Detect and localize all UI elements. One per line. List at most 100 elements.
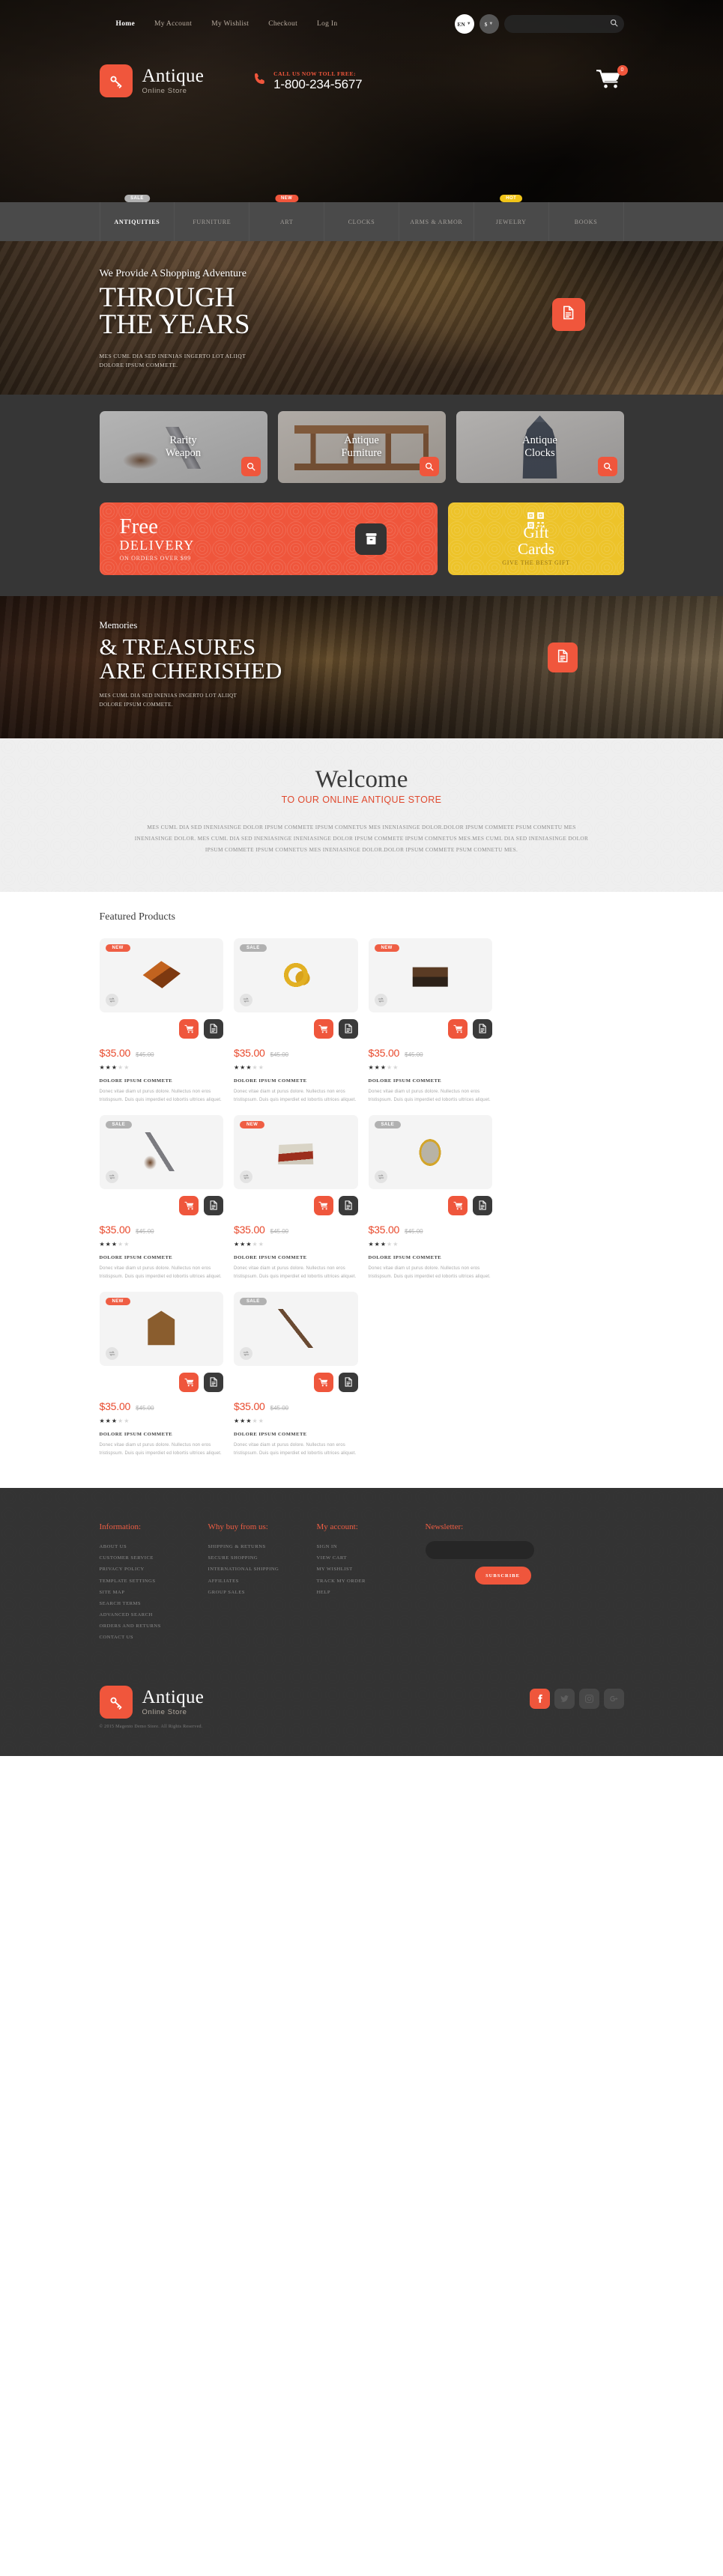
compare-icon[interactable]: [105, 993, 118, 1006]
product-rating[interactable]: ★★★★★: [234, 1064, 358, 1071]
category-card-antique-furniture[interactable]: Antique Furniture: [277, 411, 446, 483]
footer-link[interactable]: HELP: [317, 1587, 426, 1598]
footer-link[interactable]: TRACK MY ORDER: [317, 1576, 426, 1587]
footer-link[interactable]: MY WISHLIST: [317, 1564, 426, 1575]
product-thumbnail[interactable]: SALE: [234, 1291, 358, 1366]
footer-link[interactable]: PRIVACY POLICY: [100, 1564, 208, 1575]
footer-logo[interactable]: Antique Online Store: [99, 1685, 205, 1719]
nav-label[interactable]: ANTIQUITIES: [114, 219, 160, 225]
newsletter-field-wrap[interactable]: [425, 1541, 534, 1560]
top-nav-home[interactable]: Home: [116, 20, 135, 28]
product-card[interactable]: NEW $35.00 $45.00 ★★★★★ DOLORE IPSUM COMMETE…: [368, 938, 492, 1105]
product-rating[interactable]: ★★★★★: [234, 1418, 358, 1424]
product-thumbnail[interactable]: SALE: [99, 1114, 223, 1189]
nav-item-art[interactable]: NEW ART: [249, 195, 325, 241]
product-thumbnail[interactable]: NEW: [99, 1291, 223, 1366]
language-selector[interactable]: EN ▼: [454, 14, 474, 34]
search-icon[interactable]: [241, 457, 261, 476]
footer-link[interactable]: CONTACT US: [100, 1632, 208, 1643]
nav-item-arms-and-armor[interactable]: ARMS & ARMOR: [399, 202, 474, 241]
top-nav-my-wishlist[interactable]: My Wishlist: [211, 20, 249, 28]
top-nav-log-in[interactable]: Log In: [317, 20, 337, 28]
hero2-cta-button[interactable]: [547, 643, 578, 672]
product-details-button[interactable]: [473, 1195, 492, 1215]
product-details-button[interactable]: [338, 1195, 358, 1215]
product-card[interactable]: SALE $35.00 $45.00 ★★★★★ DOLORE IPSUM COMMET…: [234, 938, 358, 1105]
nav-label[interactable]: BOOKS: [575, 219, 598, 225]
google-plus-icon[interactable]: [603, 1688, 624, 1709]
product-card[interactable]: NEW $35.00 $45.00 ★★★★★ DOLORE IPSUM COMMETE…: [99, 1291, 224, 1458]
newsletter-email-input[interactable]: [425, 1541, 534, 1560]
product-name[interactable]: DOLORE IPSUM COMMETE: [234, 1432, 358, 1437]
nav-item-jewelry[interactable]: HOT JEWELRY: [474, 195, 549, 241]
add-to-cart-button[interactable]: [313, 1018, 333, 1039]
nav-label[interactable]: ART: [280, 219, 294, 225]
nav-label[interactable]: JEWELRY: [496, 219, 527, 225]
product-thumbnail[interactable]: NEW: [368, 938, 492, 1012]
compare-icon[interactable]: [105, 1346, 118, 1360]
search-icon[interactable]: [419, 457, 439, 476]
nav-label[interactable]: ARMS & ARMOR: [410, 219, 462, 225]
compare-icon[interactable]: [240, 1346, 252, 1360]
product-details-button[interactable]: [204, 1195, 223, 1215]
product-thumbnail[interactable]: NEW: [234, 1114, 358, 1189]
product-details-button[interactable]: [204, 1018, 223, 1039]
product-details-button[interactable]: [204, 1372, 223, 1392]
product-name[interactable]: DOLORE IPSUM COMMETE: [369, 1255, 493, 1260]
add-to-cart-button[interactable]: [179, 1018, 199, 1039]
top-nav-checkout[interactable]: Checkout: [268, 20, 297, 28]
site-logo[interactable]: Antique Online Store: [99, 64, 205, 97]
add-to-cart-button[interactable]: [313, 1195, 333, 1215]
add-to-cart-button[interactable]: [179, 1195, 199, 1215]
product-thumbnail[interactable]: NEW: [99, 938, 223, 1012]
promo-free-delivery[interactable]: Free DELIVERY ON ORDERS OVER $99: [99, 502, 438, 575]
footer-link[interactable]: SIGN IN: [317, 1541, 426, 1552]
nav-label[interactable]: FURNITURE: [193, 219, 231, 225]
footer-link[interactable]: SITE MAP: [100, 1587, 208, 1598]
subscribe-button[interactable]: SUBSCRIBE: [474, 1567, 531, 1585]
product-details-button[interactable]: [338, 1372, 358, 1392]
phone-number[interactable]: 1-800-234-5677: [273, 77, 362, 92]
nav-label[interactable]: CLOCKS: [348, 219, 375, 225]
product-rating[interactable]: ★★★★★: [100, 1241, 224, 1248]
product-rating[interactable]: ★★★★★: [369, 1241, 493, 1248]
footer-link[interactable]: SHIPPING & RETURNS: [208, 1541, 317, 1552]
twitter-icon[interactable]: [554, 1688, 575, 1709]
add-to-cart-button[interactable]: [448, 1195, 468, 1215]
compare-icon[interactable]: [374, 993, 387, 1006]
footer-link[interactable]: ABOUT US: [100, 1541, 208, 1552]
compare-icon[interactable]: [374, 1170, 387, 1183]
nav-item-clocks[interactable]: CLOCKS: [324, 202, 399, 241]
compare-icon[interactable]: [240, 1170, 252, 1183]
product-card[interactable]: SALE $35.00 $45.00 ★★★★★ DOLORE IPSUM COMMET…: [99, 1114, 224, 1281]
product-rating[interactable]: ★★★★★: [234, 1241, 358, 1248]
product-details-button[interactable]: [473, 1018, 492, 1039]
category-card-rarity-weapon[interactable]: Rarity Weapon: [99, 411, 267, 483]
facebook-icon[interactable]: [529, 1688, 550, 1709]
compare-icon[interactable]: [240, 993, 252, 1006]
product-card[interactable]: SALE $35.00 $45.00 ★★★★★ DOLORE IPSUM COMMET…: [368, 1114, 493, 1281]
footer-link[interactable]: CUSTOMER SERVICE: [100, 1552, 208, 1564]
search-input[interactable]: [509, 20, 610, 28]
product-thumbnail[interactable]: SALE: [368, 1114, 492, 1189]
product-rating[interactable]: ★★★★★: [100, 1064, 224, 1071]
add-to-cart-button[interactable]: [179, 1372, 199, 1392]
category-card-antique-clocks[interactable]: Antique Clocks: [456, 411, 624, 483]
search-icon[interactable]: [597, 457, 617, 476]
product-name[interactable]: DOLORE IPSUM COMMETE: [100, 1078, 224, 1084]
product-name[interactable]: DOLORE IPSUM COMMETE: [100, 1255, 224, 1260]
footer-link[interactable]: SEARCH TERMS: [100, 1598, 208, 1609]
product-rating[interactable]: ★★★★★: [100, 1418, 224, 1424]
product-card[interactable]: SALE $35.00 $45.00 ★★★★★ DOLORE IPSUM COMMET…: [234, 1291, 358, 1458]
footer-link[interactable]: ORDERS AND RETURNS: [100, 1620, 208, 1632]
product-thumbnail[interactable]: SALE: [234, 938, 358, 1012]
top-nav-my-account[interactable]: My Account: [154, 20, 192, 28]
instagram-icon[interactable]: [578, 1688, 599, 1709]
currency-selector[interactable]: $ ▼: [479, 14, 499, 34]
footer-link[interactable]: ADVANCED SEARCH: [100, 1609, 208, 1620]
cart-button[interactable]: 0: [596, 64, 628, 94]
footer-link[interactable]: TEMPLATE SETTINGS: [100, 1576, 208, 1587]
promo-gift-cards[interactable]: Gift Cards GIVE THE BEST GIFT: [448, 502, 624, 575]
product-card[interactable]: NEW $35.00 $45.00 ★★★★★ DOLORE IPSUM COMMETE…: [234, 1114, 358, 1281]
search-icon[interactable]: [610, 17, 618, 31]
